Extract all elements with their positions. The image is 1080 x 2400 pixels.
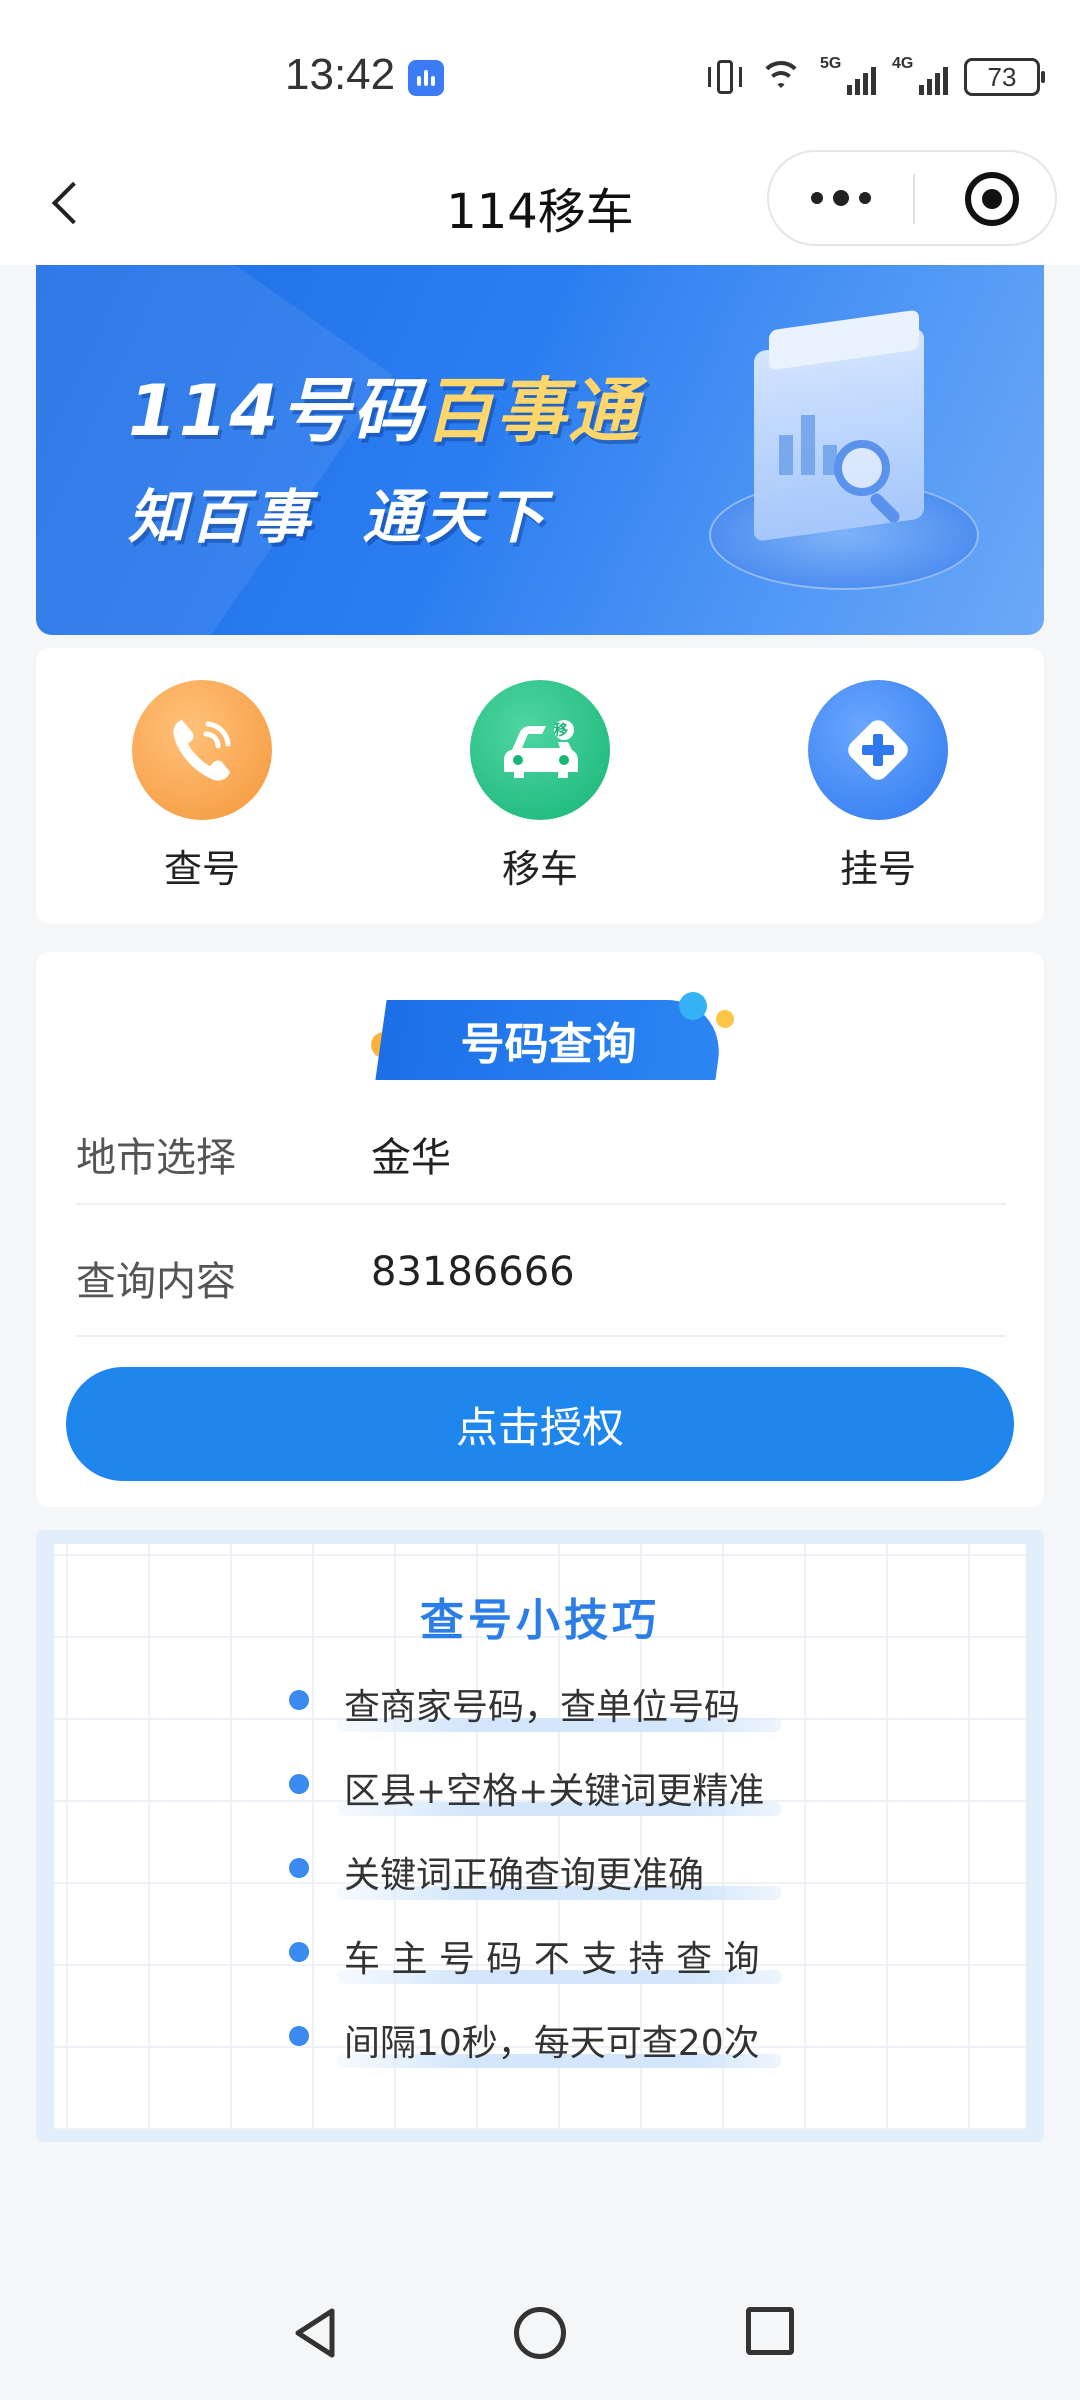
signal-4g-icon: 4G — [892, 55, 948, 97]
action-lookup-number[interactable]: 查号 — [102, 680, 302, 893]
tip-text: 区县+空格+关键词更精准 — [344, 1771, 765, 1812]
tips-panel: 查号小技巧 查商家号码，查单位号码 区县+空格+关键词更精准 关键词正确查询更准… — [36, 1530, 1044, 2142]
city-select-field[interactable]: 地市选择 金华 — [76, 1087, 1006, 1205]
car-badge: 移 — [554, 723, 568, 739]
tip-text: 查商家号码，查单位号码 — [344, 1687, 741, 1728]
field-label: 地市选择 — [76, 1135, 236, 1181]
battery-icon: 73 — [964, 58, 1045, 96]
promo-banner[interactable]: 114号码百事通 知百事 通天下 — [36, 265, 1044, 635]
query-content-field[interactable]: 查询内容 83186666 — [76, 1205, 1006, 1337]
banner-headline-highlight: 百事通 — [424, 370, 641, 452]
tip-text: 车 主 号 码 不 支 持 查 询 — [344, 1939, 760, 1980]
banner-headline: 114号码百事通 — [128, 355, 640, 456]
vibrate-icon — [708, 57, 742, 97]
action-registration[interactable]: 挂号 — [778, 680, 978, 893]
query-section-title: 号码查询 — [460, 1019, 637, 1070]
close-mini-program-icon[interactable] — [965, 172, 1019, 226]
bullet-icon — [289, 1942, 309, 1962]
battery-level: 73 — [987, 61, 1017, 92]
bullet-icon — [289, 1774, 309, 1794]
action-label: 挂号 — [839, 847, 916, 891]
clock: 13:42 — [285, 50, 396, 99]
magnifier-icon — [834, 440, 890, 496]
bullet-icon — [289, 2026, 309, 2046]
query-section-tag: 号码查询 — [371, 992, 746, 1082]
tips-grid: 查号小技巧 查商家号码，查单位号码 区县+空格+关键词更精准 关键词正确查询更准… — [54, 1544, 1026, 2130]
nav-back-icon[interactable] — [290, 2305, 340, 2361]
quick-actions: 查号 移 移车 挂号 — [36, 648, 1044, 924]
phone-icon — [132, 680, 272, 820]
action-label: 移车 — [501, 847, 578, 891]
field-label: 查询内容 — [76, 1259, 236, 1305]
title-bar: 114移车 — [0, 150, 1080, 265]
more-icon[interactable] — [769, 152, 913, 244]
bullet-icon — [289, 1690, 309, 1710]
status-bar: 13:42 5G 4G 73 — [0, 0, 1080, 150]
tip-text: 间隔10秒，每天可查20次 — [344, 2023, 760, 2064]
medical-plus-icon — [808, 680, 948, 820]
action-move-car[interactable]: 移 移车 — [440, 680, 640, 893]
authorize-button[interactable]: 点击授权 — [66, 1367, 1014, 1481]
tip-text: 关键词正确查询更准确 — [344, 1855, 705, 1896]
query-content-input[interactable]: 83186666 — [371, 1249, 575, 1295]
number-query-form: 号码查询 地市选择 金华 查询内容 83186666 点击授权 — [36, 952, 1044, 1507]
car-icon: 移 — [470, 680, 610, 820]
banner-illustration — [699, 309, 999, 610]
signal-5g-icon: 5G — [820, 55, 876, 97]
capsule-divider — [913, 174, 915, 224]
bullet-icon — [289, 1858, 309, 1878]
voice-assistant-icon — [408, 60, 444, 96]
system-nav-bar — [0, 2275, 1080, 2400]
nav-home-icon[interactable] — [514, 2307, 566, 2359]
mini-program-capsule — [767, 150, 1057, 246]
action-label: 查号 — [163, 847, 240, 891]
banner-headline-prefix: 114号码 — [128, 370, 425, 452]
wifi-icon — [758, 57, 804, 97]
tips-title: 查号小技巧 — [420, 1595, 660, 1646]
banner-slogan: 知百事 通天下 — [128, 483, 549, 551]
nav-recent-icon[interactable] — [746, 2307, 794, 2355]
city-value[interactable]: 金华 — [371, 1125, 451, 1183]
